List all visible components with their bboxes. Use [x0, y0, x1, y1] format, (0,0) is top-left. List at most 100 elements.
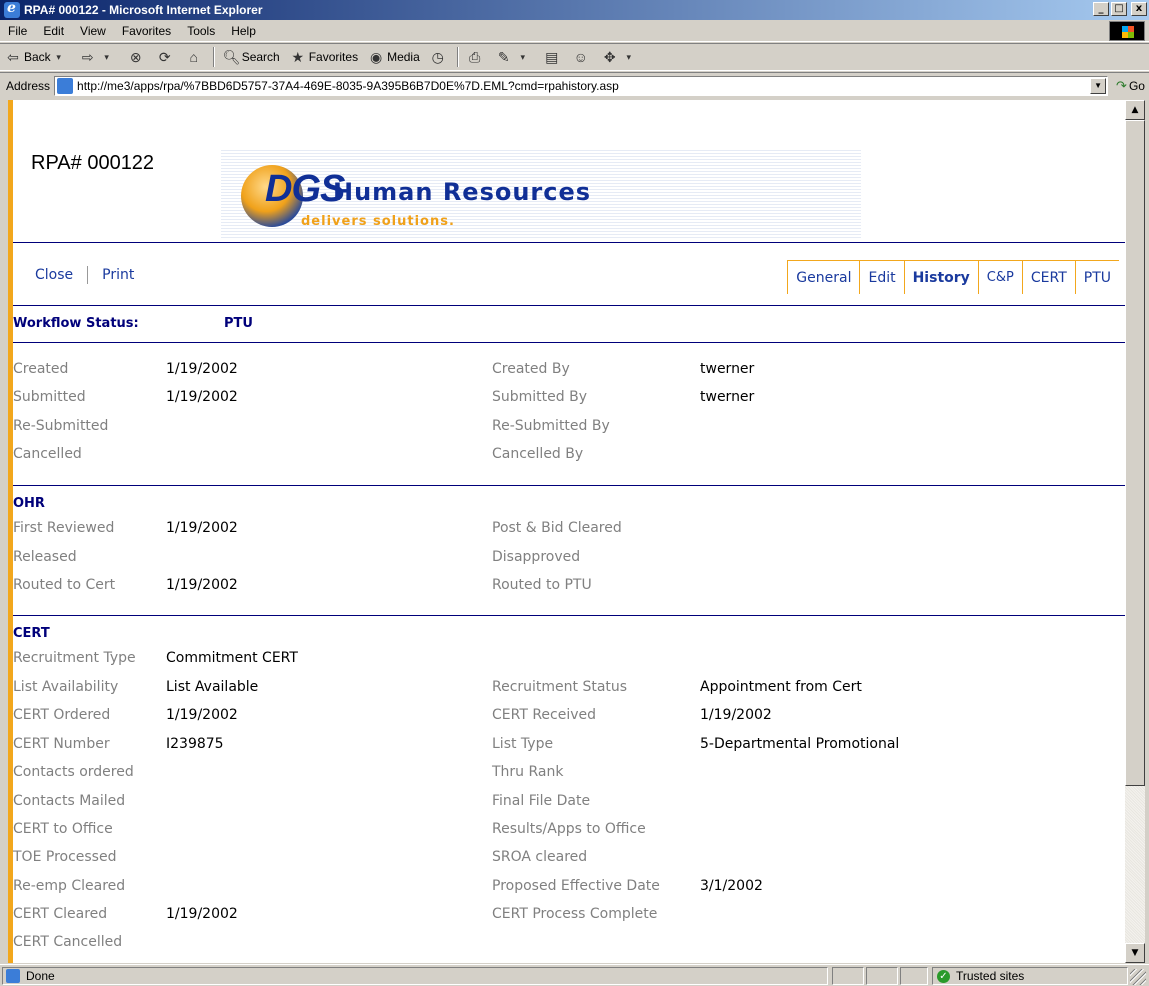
- record-tabs: General Edit History C&P CERT PTU: [787, 260, 1119, 294]
- maximize-button[interactable]: □: [1111, 2, 1127, 16]
- forward-button[interactable]: ⇨ ▾: [75, 46, 123, 68]
- status-text: Done: [26, 969, 55, 983]
- address-dropdown-icon[interactable]: ▼: [1090, 77, 1107, 94]
- windows-logo-icon: [1109, 21, 1145, 41]
- vertical-scrollbar[interactable]: ▲ ▼: [1125, 100, 1145, 963]
- field-label: CERT Cancelled: [13, 934, 123, 950]
- tab-edit[interactable]: Edit: [859, 260, 904, 294]
- print-button[interactable]: ⎙: [462, 46, 491, 68]
- menu-edit[interactable]: Edit: [35, 24, 72, 38]
- go-button[interactable]: ↷ Go: [1116, 78, 1145, 94]
- ie-icon: [4, 0, 20, 18]
- field-label: Submitted By: [492, 389, 587, 405]
- close-button[interactable]: x: [1131, 2, 1147, 16]
- page-viewport: RPA# 000122 DGS Human Resources delivers…: [8, 100, 1125, 963]
- logo-tagline: delivers solutions.: [301, 214, 455, 229]
- menu-help[interactable]: Help: [223, 24, 264, 38]
- field-label: CERT Number: [13, 736, 110, 752]
- field-value: I239875: [166, 736, 224, 752]
- field-label: Cancelled By: [492, 446, 584, 462]
- page-actions: Close Print: [35, 266, 134, 284]
- scroll-thumb[interactable]: [1125, 120, 1145, 786]
- tab-history[interactable]: History: [903, 260, 978, 294]
- media-icon: ◉: [369, 49, 383, 65]
- home-icon: ⌂: [189, 49, 198, 65]
- divider: [13, 342, 1125, 343]
- rpa-title: RPA# 000122: [31, 152, 155, 174]
- forward-arrow-icon: ⇨: [81, 49, 94, 65]
- field-label: CERT to Office: [13, 821, 113, 837]
- close-link[interactable]: Close: [35, 267, 73, 283]
- favorites-label: Favorites: [308, 50, 359, 64]
- favorites-icon: ★: [291, 49, 304, 65]
- home-button[interactable]: ⌂: [181, 46, 210, 68]
- stop-icon: ⊗: [129, 49, 142, 65]
- address-input[interactable]: http://me3/apps/rpa/%7BBD6D5757-37A4-469…: [54, 75, 1109, 96]
- check-circle-icon: ✓: [937, 969, 950, 983]
- field-label: Re-emp Cleared: [13, 878, 126, 894]
- discuss-button[interactable]: ▤: [539, 46, 568, 68]
- search-label: Search: [241, 50, 280, 64]
- title-bar: RPA# 000122 - Microsoft Internet Explore…: [0, 0, 1149, 20]
- dgs-hr-logo: DGS Human Resources delivers solutions.: [221, 150, 861, 238]
- field-label: Final File Date: [492, 793, 591, 809]
- tab-cert[interactable]: CERT: [1021, 260, 1075, 294]
- link-separator: [87, 266, 89, 284]
- tab-c-and-p[interactable]: C&P: [977, 260, 1022, 294]
- scroll-up-icon[interactable]: ▲: [1125, 100, 1145, 120]
- research-icon: ✥: [603, 49, 616, 65]
- stop-button[interactable]: ⊗: [123, 46, 152, 68]
- field-label: Recruitment Status: [492, 679, 628, 695]
- chevron-down-icon[interactable]: ▾: [515, 49, 531, 65]
- scroll-down-icon[interactable]: ▼: [1125, 943, 1145, 963]
- address-url[interactable]: http://me3/apps/rpa/%7BBD6D5757-37A4-469…: [77, 79, 619, 93]
- menu-tools[interactable]: Tools: [179, 24, 223, 38]
- toolbar: ⇦ Back ▾ ⇨ ▾ ⊗ ⟳ ⌂ 🔍︎ Search ★ Favorites…: [0, 43, 1149, 71]
- field-label: List Availability: [13, 679, 119, 695]
- status-bar: Done ✓ Trusted sites: [0, 964, 1149, 986]
- chevron-down-icon[interactable]: ▾: [51, 49, 67, 65]
- favorites-button[interactable]: ★ Favorites: [285, 46, 363, 68]
- chevron-down-icon[interactable]: ▾: [99, 49, 115, 65]
- back-label: Back: [24, 50, 51, 64]
- back-button[interactable]: ⇦ Back ▾: [0, 46, 75, 68]
- chevron-down-icon[interactable]: ▾: [621, 49, 637, 65]
- field-label: SROA cleared: [492, 849, 588, 865]
- tab-ptu[interactable]: PTU: [1074, 260, 1119, 294]
- minimize-button[interactable]: _: [1093, 2, 1109, 16]
- status-panel: [866, 967, 898, 985]
- toolbar-separator: [212, 47, 215, 67]
- field-label: Post & Bid Cleared: [492, 520, 622, 536]
- field-value: 1/19/2002: [166, 361, 238, 377]
- menu-favorites[interactable]: Favorites: [114, 24, 179, 38]
- menu-file[interactable]: File: [0, 24, 35, 38]
- media-label: Media: [387, 50, 420, 64]
- resize-grip-icon[interactable]: [1130, 969, 1146, 985]
- printer-icon: ⎙: [469, 49, 481, 65]
- media-button[interactable]: ◉ Media: [363, 46, 425, 68]
- messenger-button[interactable]: ☺: [568, 46, 597, 68]
- search-icon: 🔍︎: [222, 49, 241, 65]
- field-label: CERT Ordered: [13, 707, 111, 723]
- field-label: Created: [13, 361, 69, 377]
- field-value: List Available: [166, 679, 259, 695]
- tab-general[interactable]: General: [787, 260, 860, 294]
- search-button[interactable]: 🔍︎ Search: [218, 46, 285, 68]
- divider: [13, 242, 1125, 243]
- security-zone[interactable]: ✓ Trusted sites: [932, 967, 1128, 985]
- history-button[interactable]: ◷: [425, 46, 454, 68]
- field-label: CERT Cleared: [13, 906, 108, 922]
- research-button[interactable]: ✥ ▾: [597, 46, 645, 68]
- divider: [13, 615, 1125, 616]
- menu-view[interactable]: View: [72, 24, 114, 38]
- refresh-button[interactable]: ⟳: [152, 46, 181, 68]
- workflow-status-label: Workflow Status:: [13, 316, 139, 331]
- field-value: 3/1/2002: [700, 878, 763, 894]
- ohr-heading: OHR: [13, 496, 45, 511]
- print-link[interactable]: Print: [102, 267, 134, 283]
- divider: [13, 485, 1125, 486]
- edit-button[interactable]: ✎ ▾: [491, 46, 539, 68]
- window-controls: _ □ x: [1093, 2, 1147, 16]
- field-label: List Type: [492, 736, 554, 752]
- status-panel: [900, 967, 928, 985]
